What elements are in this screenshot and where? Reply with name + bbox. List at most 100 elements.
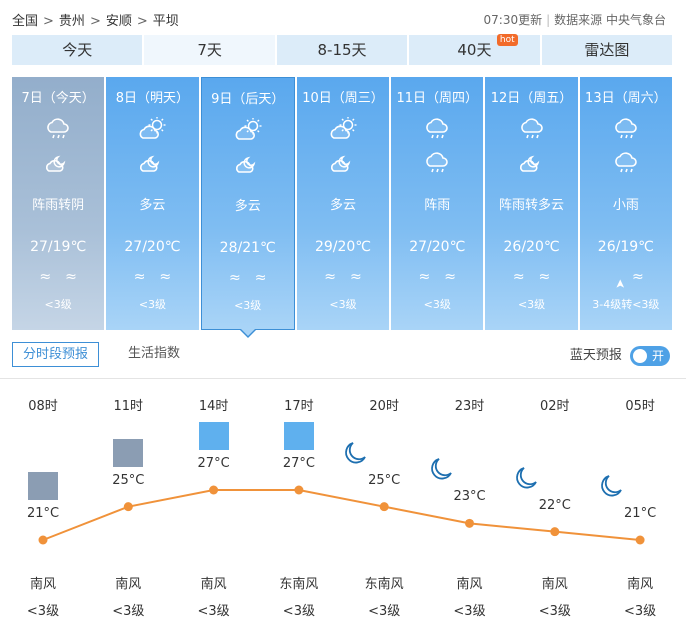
wind-direction-icon: ≈≈ (12, 269, 104, 285)
wind-direction-icon: ≈ (254, 270, 281, 286)
temperature-point (294, 485, 304, 495)
day-weather: 阵雨转多云 (499, 198, 565, 213)
wind-level: 3-4级转<3级 (592, 298, 660, 311)
tab-hourly-forecast[interactable]: 分时段预报 (12, 342, 100, 367)
cloud-rain-icon (518, 117, 546, 141)
hour-weather-icon (0, 472, 86, 504)
hour-temperature: 25°C (112, 472, 145, 488)
day-card[interactable]: 13日（周六） 小雨 26/19℃ ➤ ≈ 3-4级转<3级 (579, 77, 672, 330)
tab-label: 今天 (62, 41, 93, 59)
partly-cloudy-day-icon (257, 422, 314, 450)
update-time: 07:30更新 (483, 13, 543, 27)
day-weather: 阵雨 (424, 198, 451, 213)
hour-wind-direction: 南风 (115, 577, 142, 592)
day-card[interactable]: 7日（今天） 阵雨转阴 27/19℃ ≈≈ <3级 (12, 77, 105, 330)
day-temperature: 26/20℃ (503, 239, 560, 255)
wind-level: <3级 (44, 298, 72, 311)
day-card[interactable]: 11日（周四） 阵雨 27/20℃ ≈≈ <3级 (391, 77, 484, 330)
hour-time: 11时 (113, 399, 144, 414)
partly-cloudy-day-icon (1, 472, 58, 500)
tab-8-15day[interactable]: 8-15天 (276, 35, 408, 65)
bluesky-forecast: 蓝天预报 开 (570, 344, 670, 366)
wind-direction-icon: ≈ (444, 269, 470, 285)
hour-temperature: 25°C (368, 472, 401, 488)
temperature-point (379, 502, 389, 512)
day-weather: 小雨 (612, 198, 639, 213)
hour-weather-icon (427, 455, 513, 480)
day-date: 11日（周四） (396, 91, 479, 106)
hour-wind-level: <3级 (538, 604, 571, 619)
toggle-knob (633, 348, 647, 363)
cloud-rain-icon (423, 151, 451, 175)
wind-level: <3级 (234, 299, 262, 312)
day-date: 13日（周六） (585, 91, 667, 106)
tab-7day[interactable]: 7天 (144, 35, 275, 65)
hour-weather-icon (171, 422, 257, 454)
hour-wind-level: <3级 (197, 604, 230, 619)
bluesky-toggle[interactable]: 开 (630, 345, 670, 366)
cloud-rain-icon (612, 151, 640, 175)
wind-direction-icon: ≈ (538, 269, 565, 285)
tab-radar[interactable]: 雷达图 (541, 35, 673, 65)
cloud-rain-icon (423, 117, 451, 141)
hour-wind-level: <3级 (282, 604, 315, 619)
day-weather: 多云 (234, 199, 261, 214)
tab-label: 7天 (197, 41, 222, 59)
wind-direction-icon: ≈ (65, 269, 91, 285)
sub-tabs: 分时段预报 生活指数 蓝天预报 开 (12, 342, 672, 368)
wind-direction-icon: ≈≈ (297, 269, 389, 285)
partly-cloudy-night-icon (44, 151, 72, 175)
selected-arrow (239, 329, 256, 338)
hour-temperature: 27°C (282, 456, 315, 471)
hour-wind-level: <3级 (112, 604, 145, 619)
day-temperature: 29/20℃ (314, 239, 372, 255)
hour-wind-level: <3级 (368, 604, 401, 619)
wind-direction-icon: ≈ (631, 269, 658, 285)
wind-direction-icon: ≈ (228, 270, 255, 286)
tab-today[interactable]: 今天 (12, 35, 143, 65)
data-source: 数据来源 中央气象台 (554, 13, 666, 27)
day-card[interactable]: 8日（明天） 多云 27/20℃ ≈≈ <3级 (106, 77, 199, 330)
partly-cloudy-day-icon (172, 422, 229, 450)
breadcrumb-item[interactable]: 全国 (12, 14, 38, 29)
wind-direction-icon: ≈ (349, 269, 376, 285)
breadcrumb-item[interactable]: 安顺 (106, 14, 132, 29)
hour-time: 05时 (625, 399, 655, 414)
hour-time: 20时 (369, 399, 399, 414)
partly-cloudy-night-icon (329, 151, 357, 175)
day-temperature: 26/19℃ (597, 239, 654, 255)
day-weather: 多云 (329, 198, 356, 213)
wind-direction-icon: ≈ (39, 269, 66, 285)
breadcrumb-item[interactable]: 贵州 (59, 14, 85, 29)
hour-wind-direction: 东南风 (279, 577, 319, 592)
hour-weather-icon (256, 422, 342, 454)
hour-wind-level: <3级 (624, 604, 657, 619)
wind-direction-icon: ≈ (418, 269, 445, 285)
partly-cloudy-night-icon (518, 151, 546, 175)
tab-life-index[interactable]: 生活指数 (118, 342, 190, 367)
wind-direction-icon: ➤ ≈ (580, 265, 672, 289)
wind-direction-icon: ≈ (324, 269, 350, 285)
day-date: 8日（明天） (115, 91, 190, 106)
day-temperature: 28/21℃ (219, 240, 276, 256)
hour-time: 08时 (28, 399, 58, 414)
bluesky-label: 蓝天预报 (569, 348, 622, 363)
day-card[interactable]: 12日（周五） 阵雨转多云 26/20℃ ≈≈ <3级 (485, 77, 578, 330)
tab-label: 40天 (457, 41, 492, 59)
wind-level: <3级 (138, 298, 167, 311)
temperature-point (465, 518, 474, 528)
temperature-point (38, 535, 48, 545)
wind-level: <3级 (517, 298, 546, 311)
tab-40day[interactable]: 40天 hot (409, 34, 540, 65)
temperature-point (550, 527, 560, 537)
hot-badge: hot (496, 34, 518, 46)
partly-cloudy-day-icon (86, 438, 144, 467)
wind-direction-icon: ≈ (159, 269, 186, 285)
day-weather: 阵雨转阴 (32, 198, 85, 213)
wind-direction-icon: ≈≈ (485, 269, 577, 285)
day-card[interactable]: 10日（周三） 多云 29/20℃ ≈≈ <3级 (296, 77, 390, 330)
day-card[interactable]: 9日（后天） 多云 28/21℃ ≈≈ <3级 (200, 77, 295, 338)
hour-wind-direction: 南风 (29, 577, 56, 592)
cloud-rain-icon (612, 117, 640, 141)
hour-wind-level: <3级 (26, 604, 60, 619)
